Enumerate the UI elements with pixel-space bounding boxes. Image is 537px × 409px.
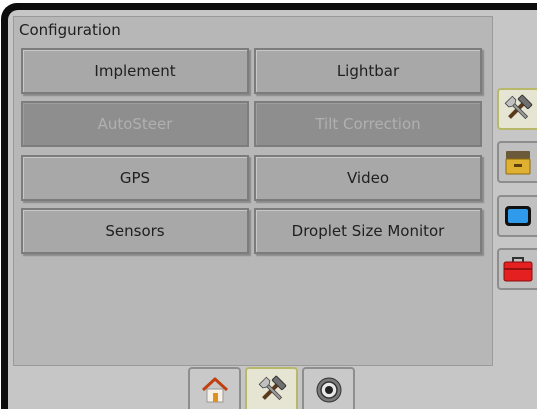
gps-button[interactable]: GPS <box>21 155 249 201</box>
autosteer-button: AutoSteer <box>21 101 249 147</box>
system-drawer-icon <box>505 151 531 175</box>
side-tab-toolbox[interactable] <box>497 248 537 290</box>
droplet-size-monitor-button[interactable]: Droplet Size Monitor <box>254 208 482 254</box>
toolbox-icon <box>503 257 533 282</box>
video-button[interactable]: Video <box>254 155 482 201</box>
lightbar-button[interactable]: Lightbar <box>254 48 482 94</box>
bottom-tab-bar <box>184 367 364 409</box>
side-tab-console[interactable] <box>497 195 537 237</box>
tools-icon <box>504 94 533 120</box>
side-tab-tools[interactable] <box>497 88 537 130</box>
bottom-tab-gauge[interactable] <box>302 367 355 409</box>
gauge-icon <box>316 377 341 403</box>
console-screen-icon <box>505 206 531 226</box>
tools-icon <box>258 375 286 401</box>
home-icon <box>201 377 228 403</box>
side-tab-system[interactable] <box>497 141 537 183</box>
screen: Configuration Implement Lightbar AutoSte… <box>8 10 537 409</box>
bottom-tab-tools[interactable] <box>245 367 298 409</box>
tilt-correction-button: Tilt Correction <box>254 101 482 147</box>
configuration-panel: Configuration Implement Lightbar AutoSte… <box>13 16 493 366</box>
bottom-tab-home[interactable] <box>188 367 241 409</box>
panel-title: Configuration <box>19 21 121 39</box>
implement-button[interactable]: Implement <box>21 48 249 94</box>
device-frame: Configuration Implement Lightbar AutoSte… <box>1 3 537 409</box>
sensors-button[interactable]: Sensors <box>21 208 249 254</box>
